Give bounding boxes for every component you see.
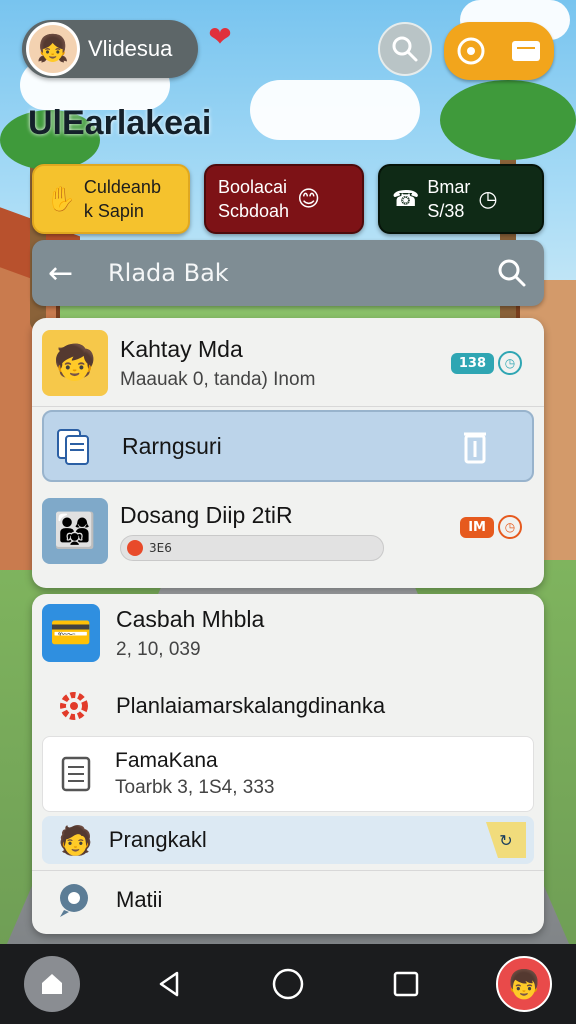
home-icon <box>42 974 62 994</box>
back-arrow-icon[interactable]: ← <box>48 256 88 291</box>
badge-text: 138 <box>450 352 494 374</box>
recents-button[interactable] <box>378 956 434 1012</box>
status-badge: IM ◷ <box>460 514 522 540</box>
list-item[interactable]: 🧒 Kahtay Mda Maauak 0, tanda) Inom 138 ◷ <box>42 330 534 396</box>
search-button[interactable] <box>378 22 432 76</box>
hands-icon: ✋ <box>46 185 76 213</box>
clock-icon: ◷ <box>478 186 498 212</box>
face-icon: 😊 <box>297 186 320 212</box>
divider <box>32 406 544 407</box>
list-item[interactable]: FamaKana Toarbk 3, 1S4, 333 <box>42 736 534 812</box>
avatar: 👧 <box>26 22 80 76</box>
item-title: Matii <box>116 887 163 912</box>
rewards-button[interactable] <box>444 22 554 80</box>
results-panel: 🧒 Kahtay Mda Maauak 0, tanda) Inom 138 ◷… <box>32 318 544 588</box>
character-icon: 🧑 <box>58 823 93 857</box>
village-thumbnail: 👨‍👩‍👧 <box>42 498 108 564</box>
cloud <box>250 80 420 140</box>
search-query[interactable]: Rlada Bak <box>108 259 496 287</box>
home-circle-button[interactable] <box>260 956 316 1012</box>
search-icon[interactable] <box>496 257 528 289</box>
item-title: Prangkakl <box>108 827 207 852</box>
progress-dot-icon <box>127 539 143 556</box>
list-item[interactable]: Matii <box>42 878 534 922</box>
menu-panel: 💳 Casbah Mhbla 2, 10, 039 Planlaiamarska… <box>32 594 544 934</box>
clock-icon: ◷ <box>498 351 522 375</box>
clock-icon: ◷ <box>498 515 522 539</box>
home-circle-icon <box>272 968 304 1000</box>
chat-icon <box>60 884 88 917</box>
item-subtitle: Toarbk 3, 1S4, 333 <box>115 777 275 798</box>
character-thumbnail: 🧒 <box>42 330 108 396</box>
heart-icon[interactable]: ❤ <box>205 22 235 52</box>
gear-icon <box>60 692 88 720</box>
phone-clock-icon: ☎ <box>392 186 420 212</box>
list-item[interactable]: Planlaiamarskalangdinanka <box>42 686 534 726</box>
profile-pill[interactable]: 👧 Vlidesua <box>22 20 198 78</box>
home-button[interactable] <box>24 956 80 1012</box>
quick-card-line2: S/38 <box>427 201 465 221</box>
list-item-highlighted[interactable]: Rarngsuri <box>42 410 534 482</box>
quick-card-3[interactable]: ☎ Bmar S/38 ◷ <box>378 164 544 234</box>
list-icon <box>61 756 91 792</box>
item-subtitle: Maauak 0, tanda) Inom <box>120 368 316 390</box>
profile-avatar[interactable]: 👦 <box>496 956 552 1012</box>
document-icon <box>57 429 89 465</box>
progress-bar: 3E6 <box>120 534 384 561</box>
quick-card-line2: k Sapin <box>83 201 144 221</box>
quick-card-1[interactable]: ✋ Culdeanb k Sapin <box>32 164 190 234</box>
list-item[interactable]: 🧑 Prangkakl ↻ <box>42 816 534 864</box>
item-title: Rarngsuri <box>122 432 222 459</box>
quick-card-line1: Culdeanb <box>83 177 161 197</box>
palm-leaves <box>440 80 576 160</box>
status-badge: 138 ◷ <box>450 350 522 376</box>
divider <box>32 870 544 871</box>
trash-icon[interactable] <box>462 428 488 464</box>
ticket-icon <box>511 41 540 61</box>
refresh-icon[interactable]: ↻ <box>486 822 526 858</box>
item-title: Casbah Mhbla <box>116 605 265 632</box>
navigation-bar: 👦 <box>0 944 576 1024</box>
recents-icon <box>393 971 419 997</box>
item-title: Planlaiamarskalangdinanka <box>116 693 386 718</box>
quick-card-2[interactable]: Boolacai Scbdoah 😊 <box>204 164 364 234</box>
back-icon <box>159 971 179 997</box>
search-bar[interactable]: ← Rlada Bak <box>32 240 544 306</box>
badge-text: IM <box>460 516 494 538</box>
quick-card-line2: Scbdoah <box>218 201 290 221</box>
quick-card-line1: Boolacai <box>218 177 288 197</box>
item-title: FamaKana <box>115 749 218 772</box>
list-item[interactable]: 💳 Casbah Mhbla 2, 10, 039 <box>42 604 534 662</box>
item-title: Dosang Diip 2tiR <box>120 501 293 528</box>
profile-name: Vlidesua <box>88 36 173 61</box>
search-icon <box>392 36 418 62</box>
back-button[interactable] <box>142 956 198 1012</box>
app-title: UlEarlakeai <box>28 104 212 142</box>
item-subtitle: 2, 10, 039 <box>116 638 201 660</box>
progress-text: 3E6 <box>149 540 172 555</box>
coin-icon <box>457 37 484 65</box>
list-item[interactable]: 👨‍👩‍👧 Dosang Diip 2tiR 3E6 IM ◷ <box>42 498 534 564</box>
quick-card-line1: Bmar <box>427 177 471 197</box>
item-title: Kahtay Mda <box>120 335 243 362</box>
wallet-app-icon: 💳 <box>42 604 100 662</box>
